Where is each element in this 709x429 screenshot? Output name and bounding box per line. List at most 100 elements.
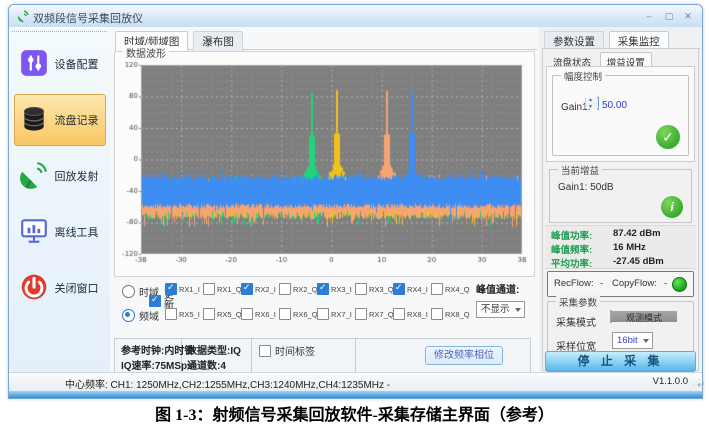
right-panel: 参数设置 采集监控 流盘状态 增益设置 幅度控制 Gain1: 50.00 ✓ xyxy=(539,27,702,373)
waveform-group: 数据波形 xyxy=(114,51,535,277)
sidebar-item-label: 流盘记录 xyxy=(55,112,99,128)
checkbox-rx5-i[interactable]: RX5_I xyxy=(165,308,200,320)
peak-power-value: 87.42 dBm xyxy=(613,228,661,239)
flow-status-box: RecFlow: - CopyFlow: - xyxy=(547,271,694,297)
flow-led-indicator xyxy=(672,277,687,292)
monitor-card: 流盘状态 增益设置 幅度控制 Gain1: 50.00 ✓ 当前增益 Ga xyxy=(542,48,699,371)
checkbox-rx3-q[interactable]: RX3_Q xyxy=(355,283,394,295)
gain-subtabs: 流盘状态 增益设置 xyxy=(547,51,696,66)
sidebar-group: 设备配置 流盘记录 xyxy=(12,31,107,369)
amplitude-group-title: 幅度控制 xyxy=(561,69,605,83)
iq-rate-label: IQ速率:75MSps xyxy=(121,357,193,372)
divider xyxy=(251,339,252,373)
app-window: 双频段信号采集回放仪 – ▢ ✕ 设备配置 xyxy=(8,4,703,399)
sidebar-item-offline-tools[interactable]: 离线工具 xyxy=(14,206,106,258)
view-tabs: 时域/频域图 瀑布图 xyxy=(115,30,537,50)
waveform-canvas xyxy=(117,61,532,267)
maximize-button[interactable]: ▢ xyxy=(660,9,678,23)
checkbox-rx7-q[interactable]: RX7_Q xyxy=(355,308,394,320)
center-freq-status: 中心频率: CH1: 1250MHz,CH2:1255MHz,CH3:1240M… xyxy=(65,376,390,391)
metrics-panel: 峰值功率: 87.42 dBm 峰值频率: 16 MHz 平均功率: -27.4… xyxy=(545,225,696,269)
copyflow-label: CopyFlow: xyxy=(612,278,657,289)
spinner-arrows-icon[interactable] xyxy=(585,98,598,109)
sidebar: 设备配置 流盘记录 xyxy=(9,27,111,373)
app-icon xyxy=(16,9,30,23)
avg-power-label: 平均功率: xyxy=(551,256,592,270)
peak-power-label: 峰值功率: xyxy=(551,228,592,242)
display-controls: 时域 频域 更新 RX1_I RX1_Q RX2_I RX2_Q RX3_I R… xyxy=(110,277,539,335)
sidebar-item-playback-transmit[interactable]: 回放发射 xyxy=(14,150,106,202)
version-label: V1.1.0.0 xyxy=(653,376,688,387)
recflow-label: RecFlow: xyxy=(554,278,594,289)
return-mark: ↵ xyxy=(697,380,705,391)
gain-settings-card: 幅度控制 Gain1: 50.00 ✓ xyxy=(546,66,695,162)
checkbox-rx3-i[interactable]: RX3_I xyxy=(317,283,352,295)
checkbox-rx5-q[interactable]: RX5_Q xyxy=(203,308,242,320)
gain1-spinbox[interactable]: 50.00 xyxy=(597,97,599,110)
recflow-value: - xyxy=(600,278,603,289)
current-gain-group: 当前增益 Gain1: 50dB i xyxy=(549,169,692,223)
avg-power-value: -27.45 dBm xyxy=(613,256,664,267)
sidebar-item-disk-record[interactable]: 流盘记录 xyxy=(14,94,106,146)
current-gain-title: 当前增益 xyxy=(558,163,602,177)
database-icon xyxy=(19,104,49,137)
checkbox-rx1-q[interactable]: RX1_Q xyxy=(203,283,242,295)
tab-waterfall-view[interactable]: 瀑布图 xyxy=(193,31,243,52)
bit-width-select[interactable]: 16bit xyxy=(612,332,653,349)
sidebar-item-close-window[interactable]: 关闭窗口 xyxy=(14,262,106,314)
main-area: 时域/频域图 瀑布图 数据波形 时域 频域 更新 RX1_I RX1_Q RX2… xyxy=(110,27,539,373)
gain-info-indicator: i xyxy=(661,196,683,218)
checkbox-rx8-q[interactable]: RX8_Q xyxy=(431,308,470,320)
peak-freq-value: 16 MHz xyxy=(613,242,646,253)
checkbox-rx6-i[interactable]: RX6_I xyxy=(241,308,276,320)
checkbox-rx2-q[interactable]: RX2_Q xyxy=(279,283,318,295)
divider xyxy=(355,339,356,373)
checkbox-rx8-i[interactable]: RX8_I xyxy=(393,308,428,320)
peak-freq-label: 峰值频率: xyxy=(551,242,592,256)
acq-mode-label: 采集模式 xyxy=(556,314,596,329)
figure-caption: 图 1-3：射频信号采集回放软件-采集存储主界面（参考） xyxy=(0,401,709,425)
chevron-down-icon xyxy=(515,308,521,312)
waveform-group-title: 数据波形 xyxy=(123,45,169,60)
checkbox-icon xyxy=(149,295,161,307)
channel-count-label: 通道数:4 xyxy=(187,357,226,372)
window-title: 双频段信号采集回放仪 xyxy=(33,10,143,26)
checkbox-rx2-i[interactable]: RX2_I xyxy=(241,283,276,295)
status-bar: 中心频率: CH1: 1250MHz,CH2:1255MHz,CH3:1240M… xyxy=(9,372,702,391)
current-gain-text: Gain1: 50dB xyxy=(558,182,614,193)
radio-icon xyxy=(122,285,135,298)
title-bar: 双频段信号采集回放仪 – ▢ ✕ xyxy=(9,5,702,28)
sidebar-item-device-config[interactable]: 设备配置 xyxy=(14,38,106,90)
sidebar-item-label: 设备配置 xyxy=(55,56,99,72)
data-type-label: 数据类型:IQ xyxy=(187,342,241,357)
window-bottom-edge xyxy=(9,391,702,398)
acq-mode-toggle[interactable]: 观测模式 xyxy=(610,310,612,323)
checkbox-time-tag[interactable]: 时间标签 xyxy=(259,343,315,358)
sidebar-item-label: 关闭窗口 xyxy=(55,280,99,296)
sidebar-item-label: 回放发射 xyxy=(55,168,99,184)
gain-ok-indicator: ✓ xyxy=(656,125,680,149)
chevron-down-icon xyxy=(643,339,649,343)
close-button[interactable]: ✕ xyxy=(679,9,697,23)
right-panel-tabs: 参数设置 采集监控 xyxy=(544,30,700,49)
peak-channel-select[interactable]: 不显示 xyxy=(476,301,525,318)
monitor-chart-icon xyxy=(19,216,49,249)
minimize-button[interactable]: – xyxy=(640,9,658,23)
amplitude-group: 幅度控制 Gain1: 50.00 ✓ xyxy=(552,75,689,156)
radio-icon xyxy=(122,309,135,322)
checkbox-rx4-q[interactable]: RX4_Q xyxy=(431,283,470,295)
checkbox-rx6-q[interactable]: RX6_Q xyxy=(279,308,318,320)
peak-channel-label: 峰值通道: xyxy=(476,281,519,296)
sliders-icon xyxy=(19,48,49,81)
copyflow-value: - xyxy=(664,278,667,289)
modify-freq-phase-button[interactable]: 修改频率相位 xyxy=(425,346,503,365)
satellite-dish-icon xyxy=(19,160,49,193)
acquisition-info-strip: 参考时钟:内时钟 IQ速率:75MSps 数据类型:IQ 通道数:4 时间标签 … xyxy=(114,338,531,374)
stop-acquisition-button[interactable]: 停 止 采 集 xyxy=(545,351,696,372)
checkbox-rx4-i[interactable]: RX4_I xyxy=(393,283,428,295)
sidebar-item-label: 离线工具 xyxy=(55,224,99,240)
checkbox-rx1-i[interactable]: RX1_I xyxy=(165,283,200,295)
acq-params-title: 采集参数 xyxy=(556,295,600,309)
checkbox-rx7-i[interactable]: RX7_I xyxy=(317,308,352,320)
power-icon xyxy=(19,272,49,305)
